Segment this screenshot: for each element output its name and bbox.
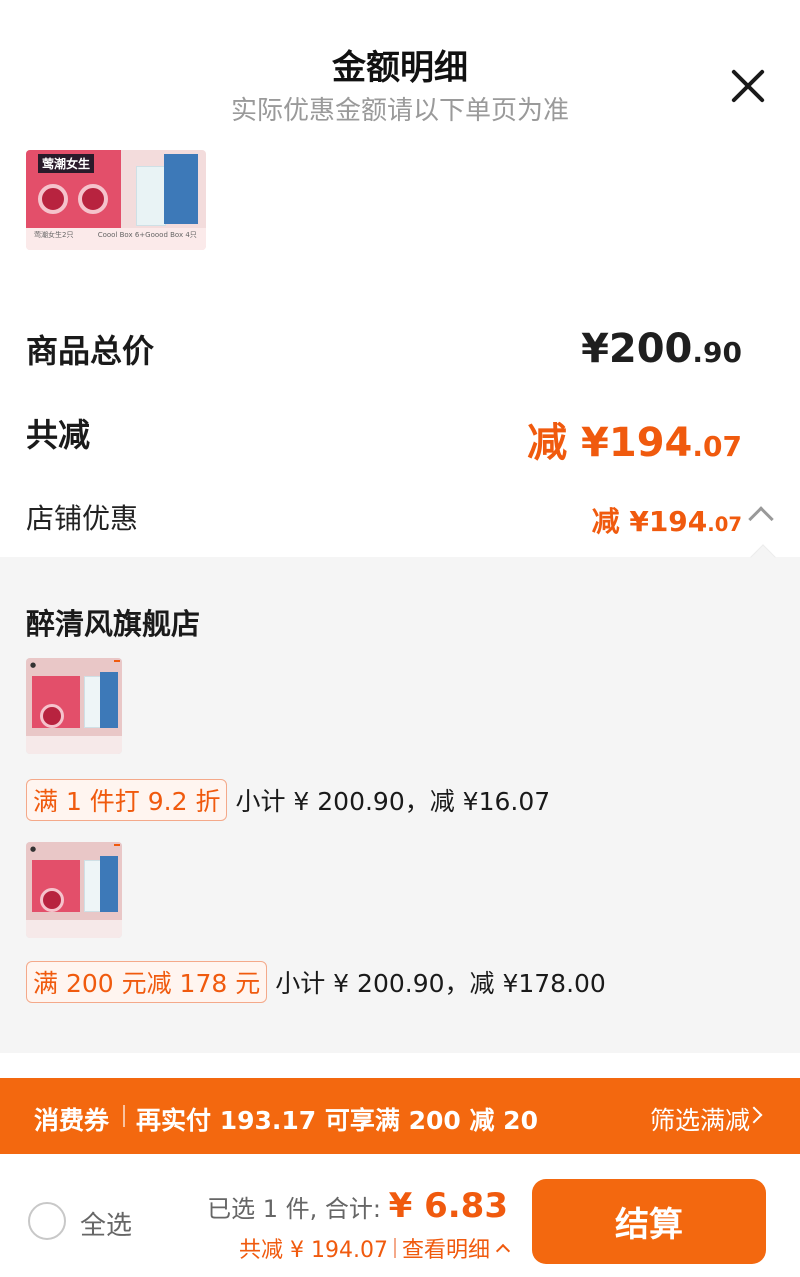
brand-logo-icon: ● (30, 845, 37, 853)
promo-image-tag (114, 660, 120, 662)
close-icon[interactable] (726, 64, 770, 108)
sheet-subtitle: 实际优惠金额请以下单页为准 (230, 96, 569, 126)
checkout-bar: 全选 已选 1 件, 合计: ¥ 6.83 共减 ¥ 194.07 查看明细 结… (0, 1154, 800, 1277)
chevron-up-icon[interactable] (495, 1243, 511, 1259)
store-name: 醉清风旗舰店 (26, 607, 201, 641)
select-all-radio[interactable] (28, 1202, 66, 1240)
shop-discount-dec: .07 (707, 513, 742, 536)
coupon-divider (123, 1105, 125, 1127)
total-reduce-dec: .07 (692, 430, 742, 463)
product-box (136, 166, 166, 226)
product-disc-icon (78, 184, 108, 214)
sheet-title: 金额明细 (332, 48, 468, 88)
coupon-text: 再实付 193.17 可享满 200 减 20 (136, 1106, 538, 1135)
product-caption (26, 920, 122, 938)
brand-logo-icon: ● (30, 661, 37, 669)
product-box (100, 672, 118, 728)
selected-summary: 已选 1 件, 合计: ¥ 6.83 (207, 1186, 508, 1226)
promo-tag: 满 200 元减 178 元 (26, 961, 268, 1003)
summary-divider (393, 1238, 396, 1258)
total-reduce-int: 减 ¥194 (527, 420, 693, 466)
caption-right: Coool Box 6+Goood Box 4只 (97, 231, 197, 239)
selected-count-text: 已选 1 件, 合计: (207, 1195, 389, 1223)
product-caption (26, 736, 122, 754)
total-reduce-label: 共减 (26, 416, 91, 454)
promo-line: 满 200 元减 178 元 小计 ¥ 200.90，减 ¥178.00 (26, 961, 606, 1003)
promo-image-tag (114, 844, 120, 846)
promo-product-image: ● (26, 658, 122, 754)
panel-pointer (750, 544, 776, 570)
promo-subtotal: 小计 ¥ 200.90，减 ¥16.07 (235, 787, 551, 816)
total-price-label: 商品总价 (26, 332, 155, 370)
promo-product-image: ● (26, 842, 122, 938)
total-price-dec: .90 (692, 336, 742, 369)
discount-detail-panel: 醉清风旗舰店 ● 满 1 件打 9.2 折 小计 ¥ 200.90，减 ¥16.… (0, 544, 800, 1053)
product-box (164, 154, 198, 224)
coupon-label: 消费券 (34, 1106, 110, 1135)
shop-discount-value[interactable]: 减 ¥194.07 (592, 500, 742, 540)
product-badge: 莺潮女生 (38, 154, 95, 173)
checkout-button[interactable]: 结算 (532, 1179, 766, 1264)
promo-subtotal: 小计 ¥ 200.90，减 ¥178.00 (275, 969, 606, 998)
product-box-image: 莺潮女生 (26, 150, 121, 230)
total-price-value: ¥200.90 (581, 326, 742, 372)
total-price-int: ¥200 (581, 326, 693, 372)
filter-discount-link[interactable]: 筛选满减 (650, 1101, 750, 1137)
promo-line: 满 1 件打 9.2 折 小计 ¥ 200.90，减 ¥16.07 (26, 779, 550, 821)
selected-total-amount: ¥ 6.83 (388, 1186, 508, 1226)
shop-discount-int: 减 ¥194 (591, 505, 708, 538)
product-disc-icon (40, 888, 64, 912)
promo-tag: 满 1 件打 9.2 折 (26, 779, 228, 821)
thumbnail-caption: 莺潮女生2只 Coool Box 6+Goood Box 4只 (26, 228, 206, 250)
reduce-total-text: 共减 ¥ 194.07 (239, 1238, 388, 1263)
chevron-up-icon[interactable] (748, 506, 774, 532)
product-box (100, 856, 118, 912)
reduce-summary[interactable]: 共减 ¥ 194.07 查看明细 (239, 1232, 511, 1264)
product-disc-icon (40, 704, 64, 728)
coupon-bar[interactable]: 消费券 再实付 193.17 可享满 200 减 20 筛选满减 (0, 1078, 800, 1154)
amount-detail-sheet: 金额明细 实际优惠金额请以下单页为准 莺潮女生 莺潮女生2只 Coool Box… (0, 0, 800, 1277)
shop-discount-label[interactable]: 店铺优惠 (26, 497, 138, 537)
view-detail-link[interactable]: 查看明细 (402, 1232, 490, 1264)
product-thumbnail: 莺潮女生 莺潮女生2只 Coool Box 6+Goood Box 4只 (26, 150, 206, 250)
select-all-label[interactable]: 全选 (80, 1205, 132, 1242)
sheet-header: 金额明细 实际优惠金额请以下单页为准 (0, 0, 800, 140)
caption-left: 莺潮女生2只 (34, 231, 74, 239)
product-box-image (136, 154, 198, 226)
product-disc-icon (38, 184, 68, 214)
total-reduce-value: 减 ¥194.07 (527, 410, 742, 468)
